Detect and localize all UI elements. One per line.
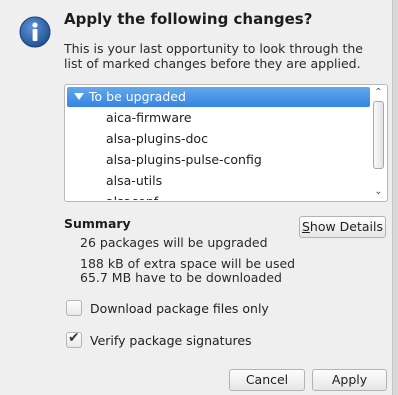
dialog-description: This is your last opportunity to look th… <box>64 41 363 71</box>
group-label: To be upgraded <box>89 89 186 104</box>
vertical-scrollbar[interactable]: ⌃ ⌄ <box>371 86 386 200</box>
checkmark-icon: ✔ <box>68 330 80 346</box>
verify-signatures-checkbox[interactable]: ✔ <box>66 330 82 348</box>
download-only-label[interactable]: Download package files only <box>90 301 269 316</box>
summary-heading: Summary <box>64 216 131 231</box>
verify-signatures-label[interactable]: Verify package signatures <box>90 333 252 348</box>
list-item[interactable]: aica-firmware <box>66 107 371 128</box>
window-edge <box>392 0 398 395</box>
show-details-button[interactable]: Show Details <box>299 216 386 238</box>
show-details-label: how Details <box>309 219 384 234</box>
group-header-to-be-upgraded[interactable]: To be upgraded <box>67 87 370 107</box>
list-item[interactable]: alsaconf <box>66 191 371 200</box>
list-item[interactable]: alsa-utils <box>66 170 371 191</box>
scrollbar-thumb[interactable] <box>373 101 384 169</box>
list-item[interactable]: alsa-plugins-doc <box>66 128 371 149</box>
package-list[interactable]: To be upgraded aica-firmware alsa-plugin… <box>64 84 388 202</box>
download-size-text: 65.7 MB have to be downloaded <box>80 270 282 285</box>
list-item[interactable]: alsa-plugins-pulse-config <box>66 149 371 170</box>
triangle-down-icon[interactable] <box>74 93 84 100</box>
extra-space-text: 188 kB of extra space will be used <box>80 256 296 271</box>
download-only-checkbox[interactable] <box>66 300 82 316</box>
info-icon <box>19 16 51 48</box>
chevron-up-icon[interactable]: ⌃ <box>373 88 384 98</box>
dialog-title: Apply the following changes? <box>64 10 313 28</box>
chevron-down-icon[interactable]: ⌄ <box>373 187 384 197</box>
package-list-viewport: To be upgraded aica-firmware alsa-plugin… <box>66 86 371 200</box>
apply-button[interactable]: Apply <box>312 369 387 391</box>
cancel-button[interactable]: Cancel <box>229 369 305 391</box>
show-details-mnemonic: S <box>301 219 310 234</box>
upgrade-count-text: 26 packages will be upgraded <box>80 235 268 250</box>
